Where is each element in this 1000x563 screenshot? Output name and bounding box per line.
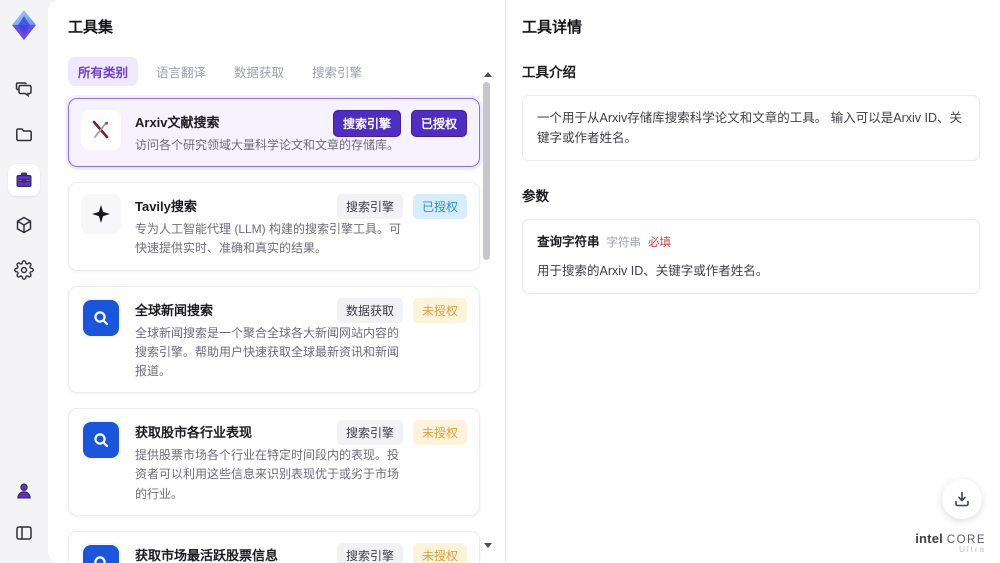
list-scrollbar[interactable] <box>481 72 493 548</box>
user-icon <box>17 483 31 499</box>
intro-text: 一个用于从Arxiv存储库搜索科学论文和文章的工具。 输入可以是Arxiv ID… <box>537 111 963 145</box>
tab-translation[interactable]: 语言翻译 <box>146 57 216 86</box>
auth-status-badge[interactable]: 已授权 <box>410 110 467 137</box>
scrollbar-thumb[interactable] <box>483 82 490 260</box>
category-badge[interactable]: 搜索引擎 <box>332 110 401 137</box>
intro-box: 一个用于从Arxiv存储库搜索科学论文和文章的工具。 输入可以是Arxiv ID… <box>522 95 980 161</box>
tools-list-panel: 工具集 所有类别 语言翻译 数据获取 搜索引擎 Arxiv文献搜索 访问各个研究… <box>48 0 505 563</box>
sidebar-item-chat[interactable] <box>8 74 40 106</box>
tavily-star-icon <box>81 194 121 235</box>
category-badge: 搜索引擎 <box>336 420 403 446</box>
scroll-down-arrow[interactable] <box>484 543 492 548</box>
param-box: 查询字符串 字符串 必填 用于搜索的Arxiv ID、关键字或作者姓名。 <box>522 219 980 295</box>
gear-icon <box>14 260 34 280</box>
intro-heading: 工具介绍 <box>522 65 576 80</box>
tool-card-most-active-stocks[interactable]: 获取市场最活跃股票信息 提供当天交易量最高的股票列表。投资者可以利用这些信息来识… <box>68 530 480 563</box>
tool-list: Arxiv文献搜索 访问各个研究领域大量科学论文和文章的存储库。 搜索引擎 已授… <box>68 98 480 563</box>
chat-icon <box>15 82 32 97</box>
left-sidebar <box>0 0 48 563</box>
app-logo-icon <box>12 10 36 40</box>
tool-card-sector-performance[interactable]: 获取股市各行业表现 提供股票市场各个行业在特定时间段内的表现。投资者可以利用这些… <box>68 408 480 516</box>
intel-core-logo: intel CORE Ultra <box>915 530 986 555</box>
brand-core: CORE <box>946 533 986 546</box>
blue-search-icon <box>81 542 121 563</box>
panel-toggle-icon <box>16 526 32 540</box>
tool-card-arxiv[interactable]: Arxiv文献搜索 访问各个研究领域大量科学论文和文章的存储库。 搜索引擎 已授… <box>68 98 480 168</box>
tab-all-categories[interactable]: 所有类别 <box>68 57 139 86</box>
sidebar-item-files[interactable] <box>8 119 40 151</box>
tab-data-fetch[interactable]: 数据获取 <box>224 57 294 86</box>
cube-icon <box>16 216 32 234</box>
tab-search-engine[interactable]: 搜索引擎 <box>302 57 372 86</box>
tool-description: 全球新闻搜索是一个聚合全球各大新闻网站内容的搜索引擎。帮助用户快速获取全球最新资… <box>135 325 400 378</box>
content-area: 工具集 所有类别 语言翻译 数据获取 搜索引擎 Arxiv文献搜索 访问各个研究… <box>48 0 1000 563</box>
folder-icon <box>16 128 32 142</box>
sidebar-item-account[interactable] <box>8 475 40 507</box>
auth-status-badge: 未授权 <box>412 297 467 323</box>
page-title: 工具集 <box>68 19 114 36</box>
param-description: 用于搜索的Arxiv ID、关键字或作者姓名。 <box>537 264 769 279</box>
sidebar-item-packages[interactable] <box>8 209 40 241</box>
blue-search-icon <box>81 297 121 338</box>
download-icon <box>955 491 969 507</box>
param-type: 字符串 <box>606 237 642 249</box>
tool-description: 专为人工智能代理 (LLM) 构建的搜索引擎工具。可快速提供实时、准确和真实的结… <box>135 222 402 256</box>
tool-card-tavily[interactable]: Tavily搜索 专为人工智能代理 (LLM) 构建的搜索引擎工具。可快速提供实… <box>68 182 480 271</box>
toolbox-icon <box>16 172 32 187</box>
brand-ultra: Ultra <box>959 545 986 555</box>
category-badge: 搜索引擎 <box>336 542 403 563</box>
params-heading: 参数 <box>522 189 549 204</box>
category-badge: 数据获取 <box>336 297 403 323</box>
tool-details-panel: 工具详情 工具介绍 一个用于从Arxiv存储库搜索科学论文和文章的工具。 输入可… <box>505 0 1000 563</box>
auth-status-badge: 未授权 <box>412 542 467 563</box>
tool-description: 访问各个研究领域大量科学论文和文章的存储库。 <box>135 138 400 152</box>
category-badge: 搜索引擎 <box>336 194 403 220</box>
arxiv-logo-icon <box>81 110 121 150</box>
sidebar-item-settings[interactable] <box>8 254 40 286</box>
scroll-up-arrow[interactable] <box>484 72 492 77</box>
brand-intel: intel <box>915 530 943 546</box>
tool-description: 提供股票市场各个行业在特定时间段内的表现。投资者可以利用这些信息来识别表现优于或… <box>135 448 400 501</box>
param-name: 查询字符串 <box>537 235 600 249</box>
param-required-flag: 必填 <box>648 237 672 249</box>
download-button[interactable] <box>942 479 982 519</box>
sidebar-item-collapse[interactable] <box>8 517 40 549</box>
auth-status-badge: 未授权 <box>412 420 467 446</box>
sidebar-item-tools[interactable] <box>8 164 40 196</box>
details-title: 工具详情 <box>522 19 583 36</box>
auth-status-badge: 已授权 <box>412 194 467 220</box>
blue-search-icon <box>81 420 121 461</box>
category-tabs: 所有类别 语言翻译 数据获取 搜索引擎 <box>68 57 505 86</box>
tool-card-global-news[interactable]: 全球新闻搜索 全球新闻搜索是一个聚合全球各大新闻网站内容的搜索引擎。帮助用户快速… <box>68 285 480 394</box>
